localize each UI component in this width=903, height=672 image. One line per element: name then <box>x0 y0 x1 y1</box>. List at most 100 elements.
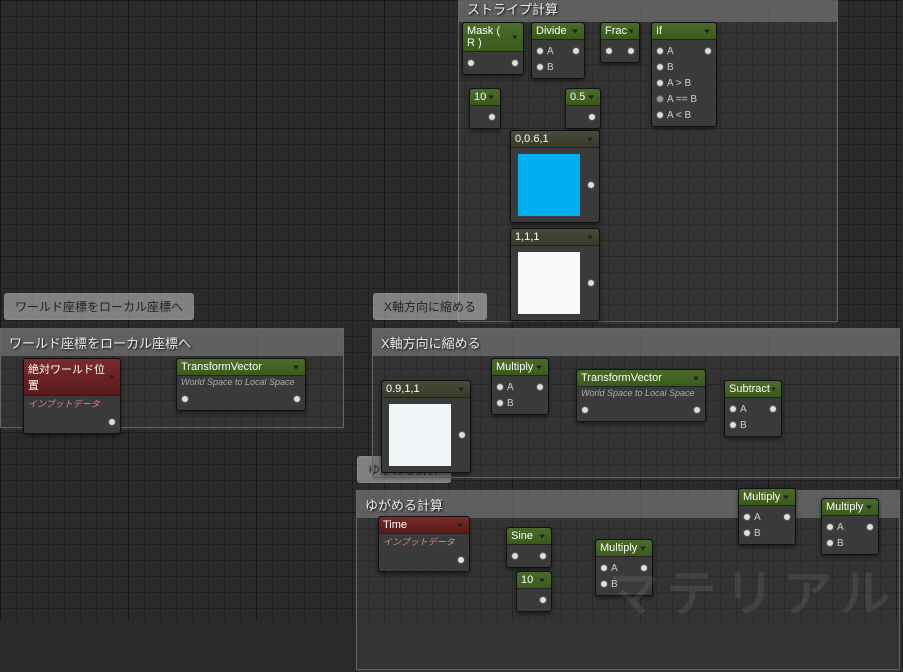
chevron-down-icon[interactable] <box>455 520 465 530</box>
pin-agtb[interactable] <box>656 79 664 87</box>
comment-title: ゆがめる計算 <box>357 491 899 518</box>
pin-b[interactable] <box>600 580 608 588</box>
node-subtitle: World Space to Local Space <box>177 376 305 388</box>
node-title: Mask ( R ) <box>467 25 510 49</box>
node-const-10a[interactable]: 10 <box>469 88 501 129</box>
pin-out[interactable] <box>536 383 544 391</box>
node-title: Frac <box>605 25 627 37</box>
pin-out[interactable] <box>488 113 496 121</box>
pin-a[interactable] <box>600 564 608 572</box>
node-title: 10 <box>474 91 486 103</box>
pin-aeqb[interactable] <box>656 95 664 103</box>
pin-a[interactable] <box>536 47 544 55</box>
chevron-down-icon[interactable] <box>586 92 596 102</box>
node-title: 1,1,1 <box>515 231 539 243</box>
pin-b[interactable] <box>656 63 664 71</box>
pin-out[interactable] <box>866 523 874 531</box>
pin-b[interactable] <box>729 421 737 429</box>
pin-out[interactable] <box>693 406 701 414</box>
pin-in[interactable] <box>605 47 613 55</box>
chevron-down-icon[interactable] <box>534 362 544 372</box>
pin-out[interactable] <box>458 431 466 439</box>
chevron-down-icon[interactable] <box>537 575 547 585</box>
pin-a[interactable] <box>729 405 737 413</box>
hint-world-to-local: ワールド座標をローカル座標へ <box>4 293 194 320</box>
chevron-down-icon[interactable] <box>691 373 701 383</box>
node-subtitle: World Space to Local Space <box>577 387 705 399</box>
node-sine[interactable]: Sine <box>506 527 552 568</box>
color-swatch <box>518 252 580 314</box>
node-const-05[interactable]: 0.5 <box>565 88 601 129</box>
chevron-down-icon[interactable] <box>585 134 595 144</box>
node-color-09[interactable]: 0.9,1,1 <box>381 380 471 473</box>
node-title: Sine <box>511 530 533 542</box>
pin-out[interactable] <box>511 59 519 67</box>
node-multiply-4[interactable]: Multiply A B <box>821 498 879 555</box>
node-time[interactable]: Time インプットデータ <box>378 516 470 572</box>
pin-out[interactable] <box>783 513 791 521</box>
pin-in[interactable] <box>581 406 589 414</box>
chevron-down-icon[interactable] <box>291 362 301 372</box>
node-transform-vector-1[interactable]: TransformVector World Space to Local Spa… <box>176 358 306 411</box>
chevron-down-icon[interactable] <box>456 384 466 394</box>
node-multiply-3[interactable]: Multiply A B <box>738 488 796 545</box>
pin-out[interactable] <box>293 395 301 403</box>
pin-a[interactable] <box>496 383 504 391</box>
chevron-down-icon[interactable] <box>864 502 874 512</box>
pin-out[interactable] <box>587 181 595 189</box>
node-title: 0.9,1,1 <box>386 383 420 395</box>
chevron-down-icon[interactable] <box>627 26 635 36</box>
pin-out[interactable] <box>539 552 547 560</box>
node-transform-vector-2[interactable]: TransformVector World Space to Local Spa… <box>576 369 706 422</box>
chevron-down-icon[interactable] <box>585 232 595 242</box>
chevron-down-icon[interactable] <box>510 32 519 42</box>
node-title: 絶対ワールド位置 <box>28 361 107 393</box>
pin-a[interactable] <box>826 523 834 531</box>
pin-in[interactable] <box>511 552 519 560</box>
node-title: Divide <box>536 25 567 37</box>
node-title: If <box>656 25 662 37</box>
node-multiply-1[interactable]: Multiply A B <box>491 358 549 415</box>
chevron-down-icon[interactable] <box>107 372 116 382</box>
chevron-down-icon[interactable] <box>486 92 496 102</box>
pin-out[interactable] <box>588 113 596 121</box>
node-mask[interactable]: Mask ( R ) <box>462 22 524 75</box>
pin-out[interactable] <box>457 556 465 564</box>
pin-b[interactable] <box>496 399 504 407</box>
pin-out[interactable] <box>627 47 635 55</box>
node-frac[interactable]: Frac <box>600 22 640 63</box>
chevron-down-icon[interactable] <box>781 492 791 502</box>
node-color-cyan[interactable]: 0,0.6,1 <box>510 130 600 223</box>
node-subtract[interactable]: Subtract A B <box>724 380 782 437</box>
node-title: Multiply <box>826 501 863 513</box>
node-title: Time <box>383 519 407 531</box>
pin-in[interactable] <box>181 395 189 403</box>
chevron-down-icon[interactable] <box>770 384 777 394</box>
pin-in[interactable] <box>467 59 475 67</box>
chevron-down-icon[interactable] <box>537 531 547 541</box>
node-title: TransformVector <box>181 361 262 373</box>
chevron-down-icon[interactable] <box>570 26 580 36</box>
pin-a[interactable] <box>656 47 664 55</box>
node-if[interactable]: If A B A > B A == B A < B <box>651 22 717 127</box>
pin-b[interactable] <box>536 63 544 71</box>
pin-out[interactable] <box>769 405 777 413</box>
node-const-10b[interactable]: 10 <box>516 571 552 612</box>
pin-out[interactable] <box>108 418 116 426</box>
pin-out[interactable] <box>539 596 547 604</box>
pin-b[interactable] <box>743 529 751 537</box>
chevron-down-icon[interactable] <box>702 26 712 36</box>
color-swatch <box>389 404 451 466</box>
node-title: TransformVector <box>581 372 662 384</box>
chevron-down-icon[interactable] <box>638 543 648 553</box>
pin-altb[interactable] <box>656 111 664 119</box>
pin-out[interactable] <box>704 47 712 55</box>
pin-out[interactable] <box>572 47 580 55</box>
pin-b[interactable] <box>826 539 834 547</box>
pin-out[interactable] <box>587 279 595 287</box>
node-color-white[interactable]: 1,1,1 <box>510 228 600 321</box>
node-abs-world-position[interactable]: 絶対ワールド位置 インプットデータ <box>23 358 121 434</box>
node-title: Multiply <box>496 361 533 373</box>
pin-a[interactable] <box>743 513 751 521</box>
node-divide[interactable]: Divide A B <box>531 22 585 79</box>
